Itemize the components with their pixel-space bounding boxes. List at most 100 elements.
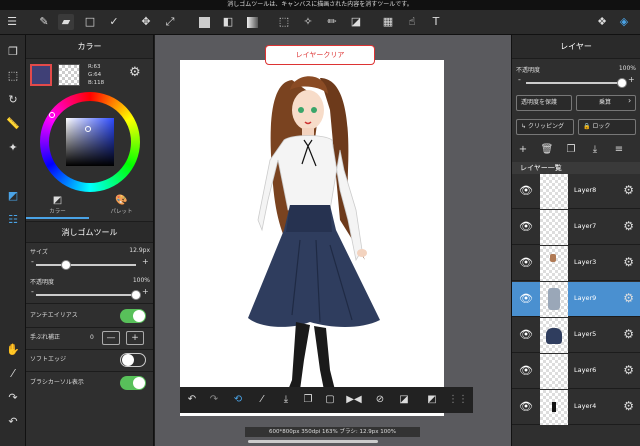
transform-icon[interactable]: ⤢ xyxy=(162,14,178,30)
copy-icon[interactable]: ❐ xyxy=(300,392,316,408)
layer-row[interactable]: 👁 Layer4 ⚙ xyxy=(512,390,640,425)
layer-opacity-minus-icon[interactable]: - xyxy=(518,75,521,84)
opacity-slider[interactable] xyxy=(36,290,141,300)
tab-palette[interactable]: 🎨 パレット xyxy=(90,191,153,219)
main-color-swatch[interactable] xyxy=(30,64,52,86)
undo-icon[interactable]: ↶ xyxy=(4,413,22,431)
merge-layer-icon[interactable]: ⤓ xyxy=(588,143,602,157)
layer-settings-gear-icon[interactable]: ⚙ xyxy=(623,399,634,413)
hand-icon[interactable]: ✋ xyxy=(4,341,22,359)
size-slider-knob[interactable] xyxy=(61,260,71,270)
selection-icon[interactable]: ⬚ xyxy=(4,67,22,85)
saturation-square[interactable] xyxy=(66,118,114,166)
visibility-eye-icon[interactable]: 👁 xyxy=(518,220,534,234)
opacity-plus-icon[interactable]: + xyxy=(142,287,149,296)
undo-icon[interactable]: ↶ xyxy=(184,392,200,408)
select-pen-icon[interactable]: ✏ xyxy=(324,14,340,30)
color-panel-icon[interactable]: ◩ xyxy=(4,187,22,205)
tab-color[interactable]: ◩ カラー xyxy=(26,191,89,219)
size-minus-icon[interactable]: - xyxy=(31,257,34,266)
tool-settings-icon[interactable]: ☷ xyxy=(4,211,22,229)
rotate-icon[interactable]: ↻ xyxy=(4,91,22,109)
layer-row[interactable]: 👁 Layer3 ⚙ xyxy=(512,246,640,281)
filter-icon[interactable]: ✦ xyxy=(4,139,22,157)
ruler-icon[interactable]: 📏 xyxy=(4,115,22,133)
select-rect-icon[interactable]: ⬚ xyxy=(276,14,292,30)
brush-select-icon[interactable]: ✓ xyxy=(106,14,122,30)
visibility-eye-icon[interactable]: 👁 xyxy=(518,184,534,198)
antialias-toggle[interactable] xyxy=(120,309,146,323)
opacity-minus-icon[interactable]: - xyxy=(31,287,34,296)
layer-settings-gear-icon[interactable]: ⚙ xyxy=(623,183,634,197)
sub-color-swatch[interactable] xyxy=(58,64,80,86)
eraser-icon[interactable]: ▰ xyxy=(58,14,74,30)
eyedropper-icon[interactable]: ⁄ xyxy=(254,392,270,408)
fill-color-icon[interactable] xyxy=(196,14,212,30)
duplicate-layer-icon[interactable]: ❐ xyxy=(564,143,578,157)
magic-wand-icon[interactable]: ✧ xyxy=(300,14,316,30)
hue-picker-cursor[interactable] xyxy=(49,112,55,118)
layer-settings-gear-icon[interactable]: ⚙ xyxy=(623,291,634,305)
visibility-eye-icon[interactable]: 👁 xyxy=(518,328,534,342)
brush-cursor-toggle[interactable] xyxy=(120,376,146,390)
eyedropper-icon[interactable]: ⁄ xyxy=(4,365,22,383)
canvas-area[interactable]: レイヤークリア ↶ ↷ ⟲ ⁄ ⤓ ❐ ▢ ▶◀ ⊘ ◪ ◩ ⋮⋮ 600*80… xyxy=(155,35,511,446)
size-plus-icon[interactable]: + xyxy=(142,257,149,266)
layer-menu-icon[interactable]: ≡ xyxy=(612,143,626,157)
color-picker-cursor[interactable] xyxy=(85,126,91,132)
layer-row[interactable]: 👁 Layer7 ⚙ xyxy=(512,210,640,245)
pages-icon[interactable]: ❐ xyxy=(4,43,22,61)
menu-icon[interactable]: ☰ xyxy=(4,14,20,30)
visibility-eye-icon[interactable]: 👁 xyxy=(518,256,534,270)
visibility-eye-icon[interactable]: 👁 xyxy=(518,400,534,414)
gradient-icon[interactable] xyxy=(244,14,260,30)
layer-row[interactable]: 👁 Layer8 ⚙ xyxy=(512,174,640,209)
lock-button[interactable]: 🔒 ロック xyxy=(578,119,636,135)
operation-icon[interactable]: ☝ xyxy=(404,14,420,30)
layer-opacity-slider[interactable] xyxy=(526,78,627,88)
layer-opacity-plus-icon[interactable]: + xyxy=(628,75,635,84)
soft-edge-toggle[interactable] xyxy=(120,353,146,367)
layer-row[interactable]: 👁 Layer5 ⚙ xyxy=(512,318,640,353)
layers-icon[interactable]: ◈ xyxy=(616,14,632,30)
stabilizer-plus-button[interactable]: + xyxy=(126,331,144,345)
material-icon[interactable]: ❖ xyxy=(594,14,610,30)
quick-menu-icon[interactable]: ◩ xyxy=(424,392,440,408)
text-icon[interactable]: T xyxy=(428,14,444,30)
import-icon[interactable]: ⤓ xyxy=(278,392,294,408)
protect-alpha-button[interactable]: 透明度を保護 xyxy=(516,95,572,111)
redo-icon[interactable]: ↷ xyxy=(4,389,22,407)
layer-settings-gear-icon[interactable]: ⚙ xyxy=(623,255,634,269)
clipping-button[interactable]: ↳ クリッピング xyxy=(516,119,574,135)
delete-layer-icon[interactable]: 🗑 xyxy=(540,143,554,157)
layer-opacity-slider-knob[interactable] xyxy=(617,78,627,88)
bucket-icon[interactable]: ◧ xyxy=(220,14,236,30)
layer-settings-gear-icon[interactable]: ⚙ xyxy=(623,219,634,233)
blend-mode-button[interactable]: 乗算 xyxy=(576,95,636,111)
move-icon[interactable]: ✥ xyxy=(138,14,154,30)
visibility-eye-icon[interactable]: 👁 xyxy=(518,364,534,378)
visibility-eye-icon[interactable]: 👁 xyxy=(518,292,534,306)
redo-icon[interactable]: ↷ xyxy=(206,392,222,408)
rectangle-icon[interactable]: □ xyxy=(82,14,98,30)
flip-icon[interactable]: ▶◀ xyxy=(346,392,362,408)
paste-icon[interactable]: ▢ xyxy=(322,392,338,408)
pen-icon[interactable]: ✎ xyxy=(36,14,52,30)
transform-tool-icon[interactable]: ⟲ xyxy=(230,392,246,408)
size-slider[interactable] xyxy=(36,260,136,270)
color-settings-gear-icon[interactable]: ⚙ xyxy=(129,65,141,80)
layer-row[interactable]: 👁 Layer9 ⚙ xyxy=(512,282,640,317)
selection-edit-icon[interactable]: ◪ xyxy=(396,392,412,408)
layer-clear-button[interactable]: レイヤークリア xyxy=(265,45,375,65)
select-eraser-icon[interactable]: ◪ xyxy=(348,14,364,30)
layer-row[interactable]: 👁 Layer6 ⚙ xyxy=(512,354,640,389)
add-layer-icon[interactable]: + xyxy=(516,143,530,157)
layer-settings-gear-icon[interactable]: ⚙ xyxy=(623,363,634,377)
layer-settings-gear-icon[interactable]: ⚙ xyxy=(623,327,634,341)
more-grid-icon[interactable]: ⋮⋮ xyxy=(448,392,468,408)
opacity-slider-knob[interactable] xyxy=(131,290,141,300)
hue-wheel[interactable] xyxy=(40,92,140,192)
no-rotate-icon[interactable]: ⊘ xyxy=(372,392,388,408)
drawing-canvas[interactable] xyxy=(180,60,444,416)
stabilizer-minus-button[interactable]: — xyxy=(102,331,120,345)
